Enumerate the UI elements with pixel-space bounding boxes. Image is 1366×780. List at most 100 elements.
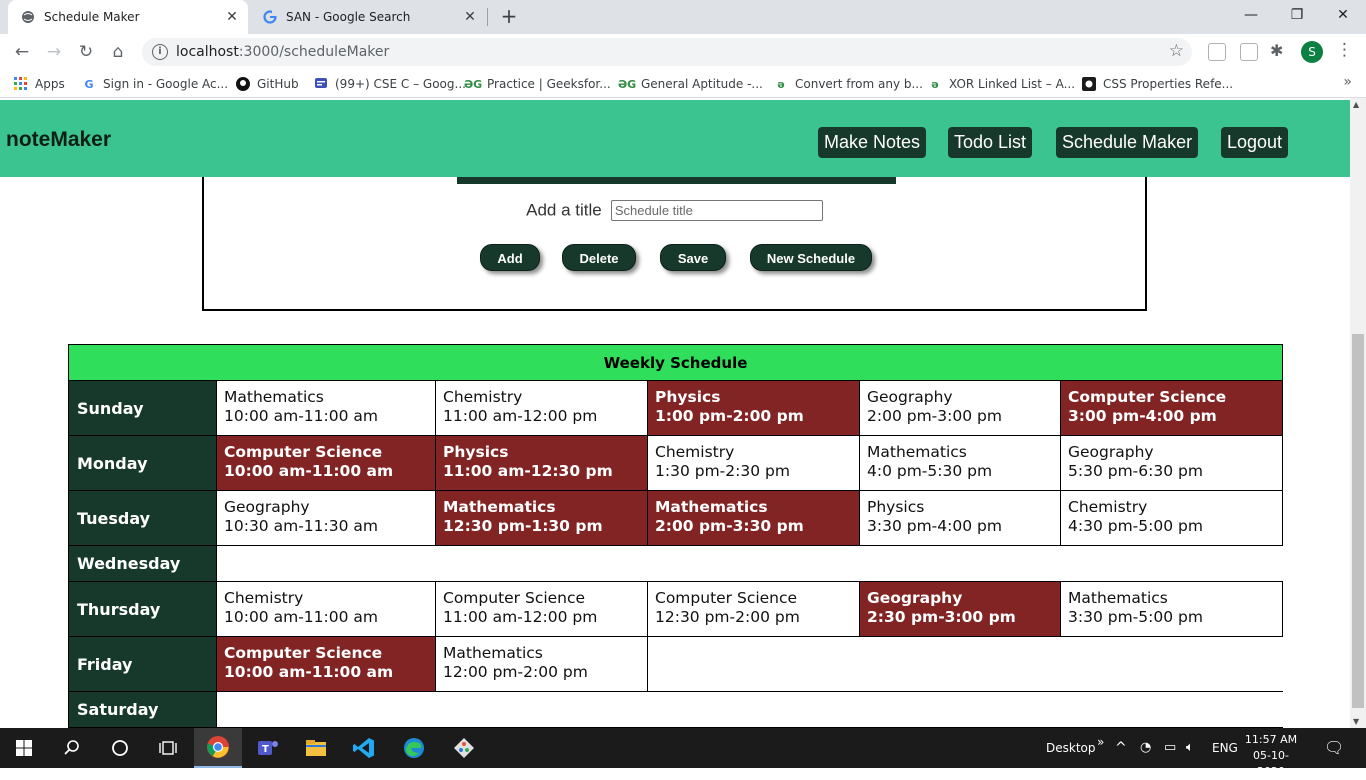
schedule-slot[interactable]: Computer Science 10:00 am-11:00 am [216,636,436,692]
teams-icon[interactable]: T [244,728,292,768]
back-arrow-icon[interactable]: ← [10,40,34,64]
scrollbar-thumb[interactable] [1352,334,1364,708]
desktop-label[interactable]: Desktop [1046,728,1096,768]
chrome-taskbar-icon[interactable] [194,728,242,768]
bookmark-gfg-xor[interactable]: ə XOR Linked List – A... [928,75,1075,93]
minimize-icon[interactable]: — [1228,0,1274,30]
nav-todo-list[interactable]: Todo List [948,127,1033,158]
bookmark-cse-chat[interactable]: (99+) CSE C – Goog... [314,75,466,93]
close-tab-icon[interactable]: ✕ [222,9,242,25]
schedule-slot[interactable]: Mathematics 10:00 am-11:00 am [216,380,436,436]
schedule-slot[interactable]: Chemistry 4:30 pm-5:00 pm [1059,490,1284,546]
forward-arrow-icon[interactable]: → [42,40,66,64]
schedule-slot[interactable]: Computer Science 10:00 am-11:00 am [216,435,436,491]
notifications-icon[interactable]: 🗨︎ [1324,728,1344,768]
language-indicator[interactable]: ENG [1212,728,1238,768]
site-info-icon[interactable]: i [152,44,168,60]
schedule-slot[interactable]: Geography 2:00 pm-3:00 pm [859,380,1061,436]
schedule-slot[interactable]: Chemistry 10:00 am-11:00 am [216,581,436,637]
bookmark-star-icon[interactable]: ☆ [1169,41,1184,61]
restore-icon[interactable]: ❐ [1274,0,1320,30]
add-button[interactable]: Add [480,244,540,271]
extension-icon[interactable] [1208,43,1226,61]
schedule-slot[interactable]: Computer Science 12:30 pm-2:00 pm [647,581,860,637]
bookmark-google-signin[interactable]: G Sign in - Google Ac... [82,75,228,93]
slot-time: 10:00 am-11:00 am [224,462,394,480]
day-label: Tuesday [68,490,217,546]
schedule-slot[interactable]: Geography 10:30 am-11:30 am [216,490,436,546]
schedule-slot[interactable]: Chemistry 11:00 am-12:00 pm [435,380,648,436]
slot-time: 5:30 pm-6:30 pm [1068,462,1203,480]
schedule-slot[interactable]: Mathematics 12:30 pm-1:30 pm [435,490,648,546]
search-icon[interactable] [48,728,96,768]
nav-schedule-maker[interactable]: Schedule Maker [1056,127,1199,158]
nav-make-notes[interactable]: Make Notes [818,127,927,158]
schedule-slot[interactable]: Physics 1:00 pm-2:00 pm [647,380,860,436]
show-hidden-icons-chevron-icon[interactable]: ^ [1115,728,1127,768]
volume-icon[interactable]: 🔈︎ [1186,728,1194,768]
bookmark-gfg-aptitude[interactable]: ƏG General Aptitude -... [618,75,763,93]
slot-subject: Mathematics [443,498,556,516]
system-clock[interactable]: 11:57 AM 05-10-2020 [1244,732,1298,780]
home-icon[interactable]: ⌂ [106,40,130,64]
bookmark-gfg-convert[interactable]: ə Convert from any b... [774,75,923,93]
windows-start-icon[interactable] [0,728,48,768]
profile-avatar[interactable]: S [1301,41,1323,63]
bookmark-label: GitHub [257,77,299,91]
brand-logo[interactable]: noteMaker [6,128,111,152]
file-explorer-icon[interactable] [292,728,340,768]
schedule-slot[interactable]: Computer Science 3:00 pm-4:00 pm [1059,380,1284,436]
tab-google-search[interactable]: SAN - Google Search ✕ [250,0,486,34]
bookmark-gfg-practice[interactable]: ƏG Practice | Geeksfor... [464,75,611,93]
schedule-title-input[interactable] [610,200,823,221]
bookmarks-overflow-icon[interactable]: » [1343,74,1352,90]
cortana-icon[interactable] [96,728,144,768]
scroll-up-icon[interactable]: ▲ [1353,100,1359,109]
url-text: localhost:3000/scheduleMaker [176,44,390,60]
task-view-icon[interactable] [144,728,192,768]
schedule-slot[interactable]: Mathematics 2:00 pm-3:30 pm [647,490,860,546]
form-header-bar [457,177,896,184]
battery-icon[interactable]: ▭ [1164,728,1176,768]
wifi-icon[interactable]: ◔ [1140,728,1151,768]
slot-subject: Computer Science [443,589,586,607]
empty-slot [1061,637,1283,692]
puzzle-extensions-icon[interactable]: ✱ [1270,41,1283,60]
slot-subject: Chemistry [655,443,735,461]
close-tab-icon[interactable]: ✕ [460,9,480,25]
git-icon[interactable] [440,728,488,768]
edge-icon[interactable] [390,728,438,768]
page-scrollbar[interactable]: ▲ ▼ [1350,98,1366,728]
schedule-slot[interactable]: Geography 2:30 pm-3:00 pm [859,581,1061,637]
tab-schedule-maker[interactable]: Schedule Maker ✕ [8,0,248,34]
slot-subject: Computer Science [1068,388,1227,406]
new-schedule-button[interactable]: New Schedule [750,244,872,271]
schedule-slot[interactable]: Geography 5:30 pm-6:30 pm [1059,435,1284,491]
schedule-slot[interactable]: Computer Science 11:00 am-12:00 pm [435,581,648,637]
close-window-icon[interactable]: ✕ [1320,0,1366,30]
schedule-slot[interactable]: Physics 3:30 pm-4:00 pm [859,490,1061,546]
new-tab-icon[interactable]: + [498,5,520,27]
slot-subject: Physics [655,388,721,406]
bookmark-apps[interactable]: Apps [14,75,65,93]
slot-subject: Chemistry [443,388,523,406]
day-label: Wednesday [68,545,217,582]
schedule-slot[interactable]: Chemistry 1:30 pm-2:30 pm [647,435,860,491]
schedule-slot[interactable]: Physics 11:00 am-12:30 pm [435,435,648,491]
schedule-slot[interactable]: Mathematics 3:30 pm-5:00 pm [1059,581,1284,637]
bookmark-github[interactable]: GitHub [236,75,299,93]
bookmark-css-reference[interactable]: CSS Properties Refe... [1082,75,1233,93]
desktop-toolbar-chevron-icon[interactable]: » [1097,722,1104,762]
scroll-down-icon[interactable]: ▼ [1353,717,1359,726]
save-button[interactable]: Save [660,244,726,271]
schedule-slot[interactable]: Mathematics 12:00 pm-2:00 pm [435,636,648,692]
reload-icon[interactable]: ↻ [74,40,98,64]
vscode-icon[interactable] [340,728,388,768]
extension-icon[interactable] [1240,43,1258,61]
nav-logout[interactable]: Logout [1221,127,1289,158]
menu-kebab-icon[interactable]: ⋮ [1336,40,1353,60]
address-bar[interactable]: i localhost:3000/scheduleMaker ☆ [142,38,1192,66]
chat-icon [314,77,328,91]
delete-button[interactable]: Delete [562,244,636,271]
schedule-slot[interactable]: Mathematics 4:0 pm-5:30 pm [859,435,1061,491]
